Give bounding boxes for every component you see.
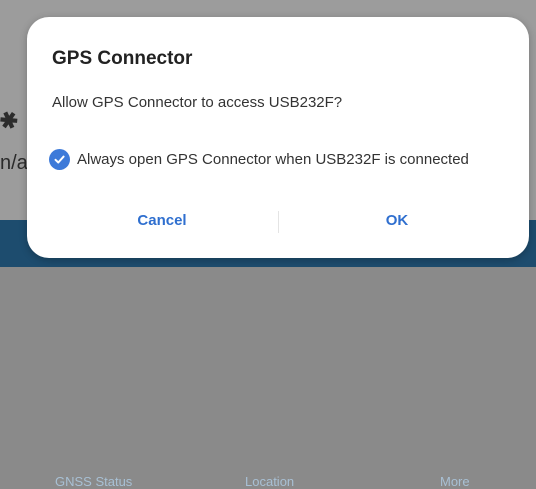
cancel-button[interactable]: Cancel xyxy=(87,201,237,241)
checkbox-label: Always open GPS Connector when USB232F i… xyxy=(77,151,469,168)
background-side-text: n/a xyxy=(0,152,28,174)
button-divider xyxy=(278,211,279,233)
background-tab: GNSS Status xyxy=(55,474,133,489)
usb-permission-dialog: GPS Connector Allow GPS Connector to acc… xyxy=(27,17,529,258)
dialog-message: Allow GPS Connector to access USB232F? xyxy=(52,94,343,111)
dialog-title: GPS Connector xyxy=(52,48,193,69)
background-logo-fragment: ✱ xyxy=(0,105,23,136)
background-tab: More xyxy=(440,474,470,489)
background-tab: Location xyxy=(245,474,295,489)
checkbox-checked-icon[interactable] xyxy=(49,149,70,170)
always-open-checkbox-row[interactable]: Always open GPS Connector when USB232F i… xyxy=(49,149,469,170)
ok-button[interactable]: OK xyxy=(322,201,472,241)
